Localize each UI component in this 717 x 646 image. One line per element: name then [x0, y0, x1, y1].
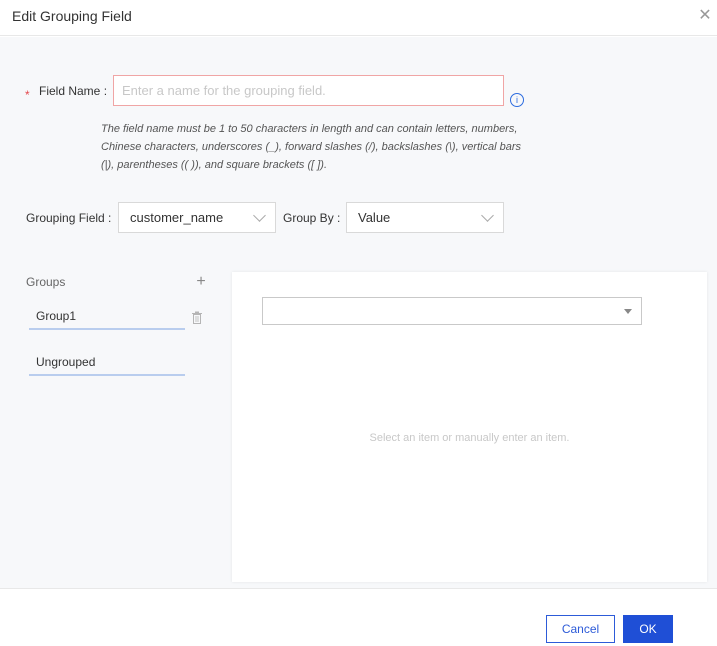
field-name-label: Field Name :	[39, 84, 108, 98]
info-circle-icon[interactable]: i	[510, 93, 524, 107]
group-values-panel: Select an item or manually enter an item…	[232, 272, 707, 582]
chevron-down-icon	[481, 209, 494, 222]
groups-title: Groups	[26, 275, 66, 289]
edit-grouping-field-dialog: Edit Grouping Field ✕ * Field Name : i T…	[0, 0, 717, 646]
close-icon[interactable]: ✕	[697, 6, 713, 26]
cancel-button[interactable]: Cancel	[546, 615, 615, 643]
required-mark: *	[25, 88, 30, 102]
field-name-input[interactable]	[113, 75, 504, 106]
dialog-title: Edit Grouping Field	[12, 8, 132, 24]
add-group-icon[interactable]: +	[193, 274, 209, 290]
grouping-field-label: Grouping Field :	[26, 211, 112, 225]
group-by-value: Value	[358, 210, 391, 225]
trash-icon[interactable]	[191, 311, 203, 324]
group-item-group1[interactable]: Group1	[29, 306, 185, 330]
grouping-field-value: customer_name	[130, 210, 224, 225]
grouping-field-select[interactable]: customer_name	[118, 202, 276, 233]
group-by-label: Group By :	[283, 211, 341, 225]
dialog-footer: Cancel OK	[0, 588, 717, 646]
chevron-down-icon	[253, 209, 266, 222]
ok-button[interactable]: OK	[623, 615, 673, 643]
caret-down-icon	[624, 309, 632, 314]
value-select[interactable]	[262, 297, 642, 325]
group-item-ungrouped[interactable]: Ungrouped	[29, 352, 185, 376]
group-by-select[interactable]: Value	[346, 202, 504, 233]
dialog-header: Edit Grouping Field ✕	[0, 0, 717, 36]
field-name-hint: The field name must be 1 to 50 character…	[101, 123, 521, 171]
empty-state-text: Select an item or manually enter an item…	[369, 432, 570, 444]
